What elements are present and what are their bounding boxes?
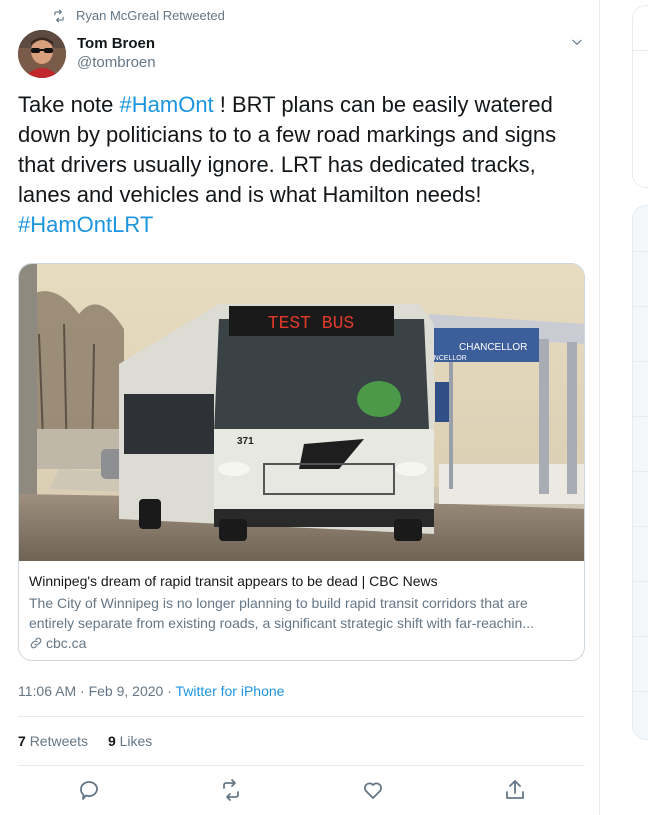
- card-title[interactable]: Winnipeg's dream of rapid transit appear…: [29, 572, 574, 591]
- card-domain-text: cbc.ca: [46, 635, 87, 651]
- retweet-context: Ryan McGreal Retweeted: [52, 8, 225, 23]
- author-name[interactable]: Tom Broen: [77, 35, 156, 52]
- bus-number: 371: [237, 436, 254, 447]
- link-card[interactable]: CHANCELLOR ANCELLOR TEST BUS 371 Winnipe…: [18, 263, 585, 661]
- divider: [633, 691, 648, 692]
- divider: [633, 581, 648, 582]
- tweet-time[interactable]: 11:06 AM: [18, 683, 76, 699]
- tweet-source[interactable]: Twitter for iPhone: [176, 683, 285, 699]
- divider: [18, 765, 585, 766]
- divider: [18, 716, 585, 717]
- chevron-down-icon[interactable]: [570, 35, 584, 49]
- likes-stat[interactable]: 9 Likes: [108, 733, 152, 749]
- likes-label: Likes: [119, 733, 153, 749]
- station-sign-sub: ANCELLOR: [429, 355, 467, 362]
- card-domain: cbc.ca: [29, 635, 574, 651]
- card-description: The City of Winnipeg is no longer planni…: [29, 595, 534, 631]
- divider: [633, 251, 648, 252]
- retweets-stat[interactable]: 7 Retweets: [18, 733, 88, 749]
- station-sign: CHANCELLOR: [459, 342, 527, 353]
- author-block: Tom Broen @tombroen: [77, 35, 156, 71]
- reply-icon[interactable]: [77, 778, 101, 802]
- tweet-meta: 11:06 AM · Feb 9, 2020 · Twitter for iPh…: [18, 683, 284, 699]
- retweets-count: 7: [18, 733, 26, 749]
- retweets-label: Retweets: [29, 733, 89, 749]
- retweet-icon: [54, 9, 64, 22]
- tweet-column: Ryan McGreal Retweeted Tom Broen @tombro…: [0, 0, 600, 815]
- hashtag-link[interactable]: #HamOntLRT: [18, 212, 153, 237]
- link-icon: [30, 637, 42, 649]
- bus-destination-sign: TEST BUS: [268, 314, 354, 334]
- tweet-stats: 7 Retweets 9 Likes: [18, 733, 152, 749]
- likes-count: 9: [107, 733, 116, 749]
- divider: [633, 526, 648, 527]
- hashtag-link[interactable]: #HamOnt: [120, 92, 214, 117]
- tweet-text: Take note #HamOnt ! BRT plans can be eas…: [18, 90, 588, 240]
- share-icon[interactable]: [503, 778, 527, 802]
- divider: [633, 306, 648, 307]
- meta-separator: ·: [80, 683, 85, 699]
- tweet-text-segment: Take note: [18, 92, 120, 117]
- card-image[interactable]: CHANCELLOR ANCELLOR TEST BUS 371: [19, 264, 585, 561]
- sidebar-card: [632, 5, 648, 188]
- divider: [633, 636, 648, 637]
- divider: [633, 361, 648, 362]
- tweet-date[interactable]: Feb 9, 2020: [89, 683, 164, 699]
- author-handle[interactable]: @tombroen: [77, 54, 156, 71]
- sidebar-card: [632, 205, 648, 740]
- avatar[interactable]: [18, 30, 66, 78]
- card-body: Winnipeg's dream of rapid transit appear…: [29, 572, 574, 651]
- divider: [633, 416, 648, 417]
- like-icon[interactable]: [361, 778, 385, 802]
- tweet-actions: [0, 778, 600, 806]
- right-sidebar: [601, 0, 648, 815]
- meta-separator: ·: [167, 683, 172, 699]
- retweet-icon[interactable]: [219, 778, 243, 802]
- divider: [633, 471, 648, 472]
- retweet-context-text[interactable]: Ryan McGreal Retweeted: [76, 8, 225, 23]
- divider: [633, 50, 648, 51]
